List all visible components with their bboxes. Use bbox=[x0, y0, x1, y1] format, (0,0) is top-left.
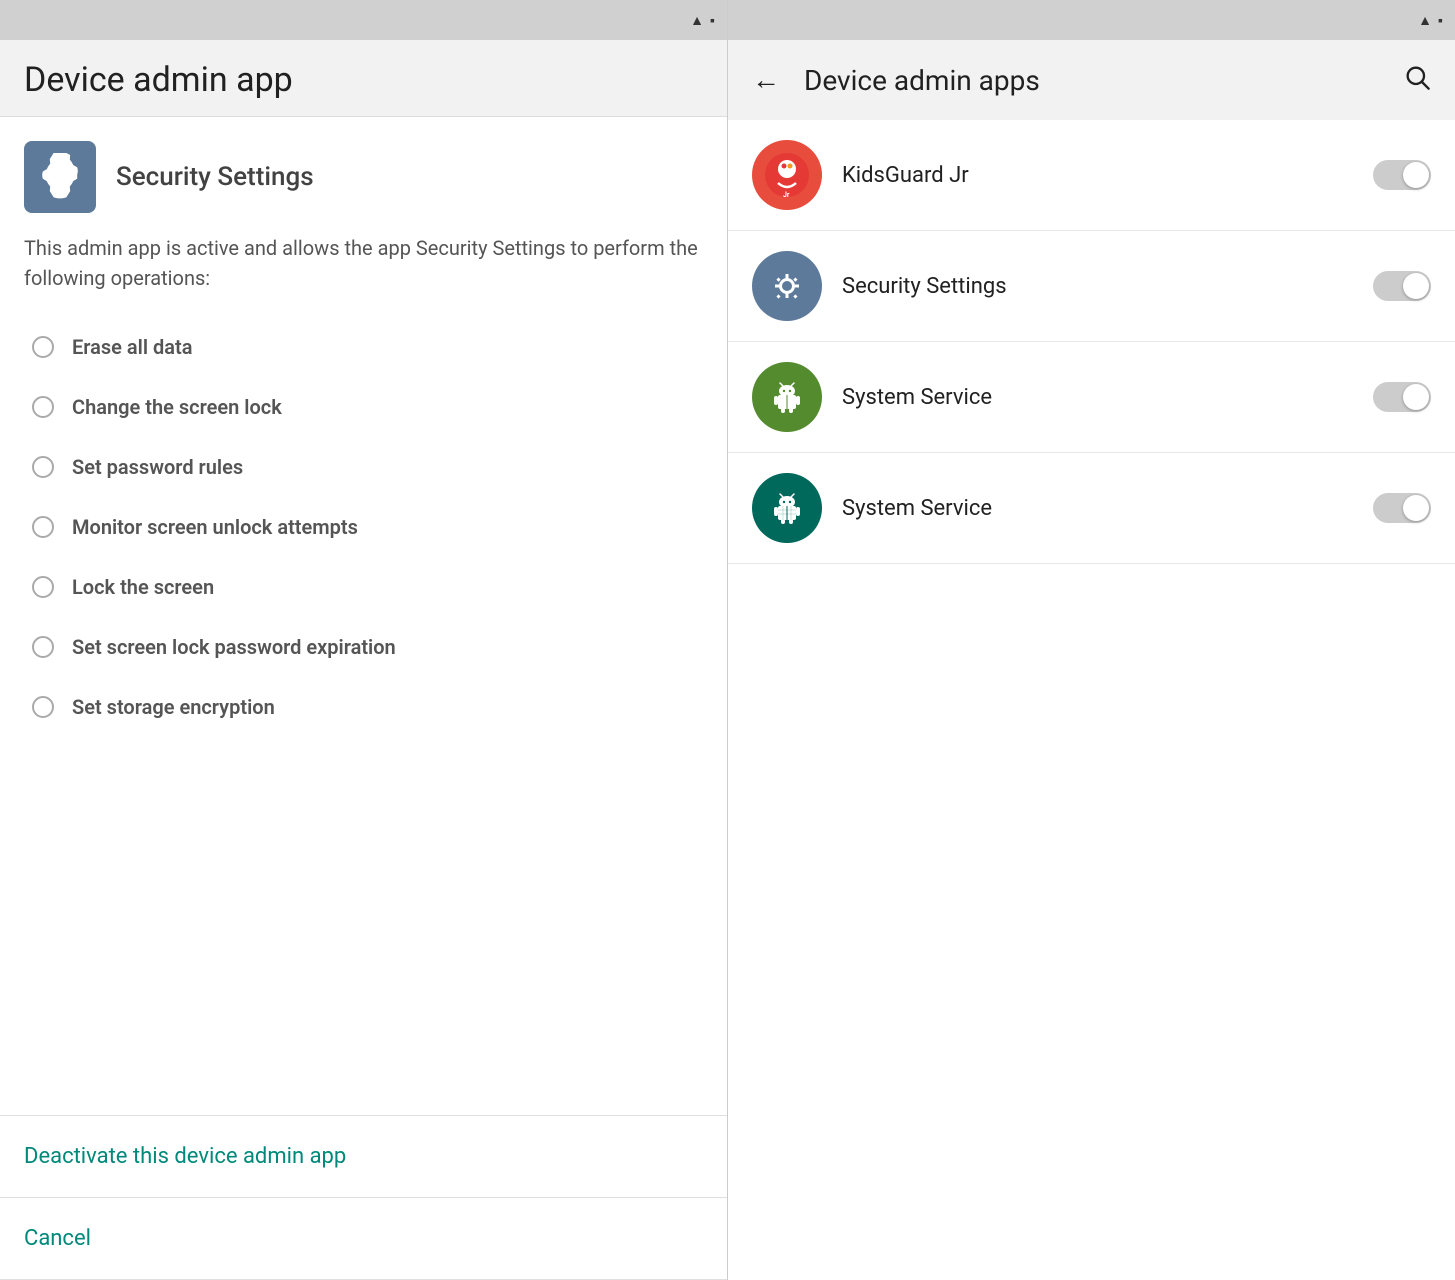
list-item: Erase all data bbox=[32, 317, 703, 377]
checkbox-circle-1 bbox=[32, 336, 54, 358]
list-item: Monitor screen unlock attempts bbox=[32, 497, 703, 557]
right-panel-title: Device admin apps bbox=[804, 64, 1379, 97]
checkbox-circle-4 bbox=[32, 516, 54, 538]
permission-label-1: Erase all data bbox=[72, 335, 192, 359]
right-header: ← Device admin apps bbox=[728, 40, 1455, 120]
checkbox-circle-3 bbox=[32, 456, 54, 478]
list-item: Change the screen lock bbox=[32, 377, 703, 437]
permission-label-5: Lock the screen bbox=[72, 575, 214, 599]
security-settings-name: Security Settings bbox=[842, 274, 1353, 299]
right-status-bar: ▲ ▪ bbox=[728, 0, 1455, 40]
left-panel: ▲ ▪ Device admin app Security Settings T… bbox=[0, 0, 728, 1280]
battery-icon: ▪ bbox=[710, 12, 715, 29]
list-item: Lock the screen bbox=[32, 557, 703, 617]
kidsguard-name: KidsGuard Jr bbox=[842, 163, 1353, 188]
list-item: Set screen lock password expiration bbox=[32, 617, 703, 677]
system-service-name-1: System Service bbox=[842, 385, 1353, 410]
kidsguard-icon: Jr bbox=[752, 140, 822, 210]
left-content: Security Settings This admin app is acti… bbox=[0, 117, 727, 1115]
system-service-toggle-1[interactable] bbox=[1373, 382, 1431, 412]
left-panel-title: Device admin app bbox=[24, 60, 703, 100]
app-info-row: Security Settings bbox=[24, 141, 703, 213]
cancel-button[interactable]: Cancel bbox=[0, 1198, 727, 1279]
security-settings-icon bbox=[24, 141, 96, 213]
app-description: This admin app is active and allows the … bbox=[24, 233, 703, 293]
android-green-icon bbox=[752, 362, 822, 432]
permission-label-4: Monitor screen unlock attempts bbox=[72, 515, 358, 539]
list-item: Set password rules bbox=[32, 437, 703, 497]
search-button[interactable] bbox=[1395, 55, 1439, 106]
app-row-kidsguard: Jr KidsGuard Jr bbox=[728, 120, 1455, 231]
right-battery-icon: ▪ bbox=[1438, 12, 1443, 29]
permission-label-3: Set password rules bbox=[72, 455, 243, 479]
app-row-security: Security Settings bbox=[728, 231, 1455, 342]
android-teal-icon bbox=[752, 473, 822, 543]
permission-label-2: Change the screen lock bbox=[72, 395, 282, 419]
list-item: Set storage encryption bbox=[32, 677, 703, 737]
system-service-toggle-2[interactable] bbox=[1373, 493, 1431, 523]
checkbox-circle-7 bbox=[32, 696, 54, 718]
kidsguard-toggle[interactable] bbox=[1373, 160, 1431, 190]
deactivate-button[interactable]: Deactivate this device admin app bbox=[0, 1116, 727, 1197]
app-row-system-service-1: System Service bbox=[728, 342, 1455, 453]
svg-text:Jr: Jr bbox=[783, 191, 790, 199]
permission-label-6: Set screen lock password expiration bbox=[72, 635, 396, 659]
right-panel: ▲ ▪ ← Device admin apps J bbox=[728, 0, 1455, 1280]
checkbox-circle-5 bbox=[32, 576, 54, 598]
left-header: Device admin app bbox=[0, 40, 727, 117]
action-buttons: Deactivate this device admin app Cancel bbox=[0, 1116, 727, 1280]
permission-label-7: Set storage encryption bbox=[72, 695, 275, 719]
security-settings-list-icon bbox=[752, 251, 822, 321]
app-name-left: Security Settings bbox=[116, 162, 314, 192]
right-signal-icon: ▲ bbox=[1418, 12, 1432, 29]
left-status-bar: ▲ ▪ bbox=[0, 0, 727, 40]
checkbox-circle-2 bbox=[32, 396, 54, 418]
security-settings-toggle[interactable] bbox=[1373, 271, 1431, 301]
system-service-name-2: System Service bbox=[842, 496, 1353, 521]
back-button[interactable]: ← bbox=[744, 56, 788, 104]
checkbox-circle-6 bbox=[32, 636, 54, 658]
signal-icon: ▲ bbox=[690, 12, 704, 29]
permissions-list: Erase all data Change the screen lock Se… bbox=[32, 317, 703, 737]
app-row-system-service-2: System Service bbox=[728, 453, 1455, 564]
right-content: Jr KidsGuard Jr Security Settings bbox=[728, 120, 1455, 1280]
